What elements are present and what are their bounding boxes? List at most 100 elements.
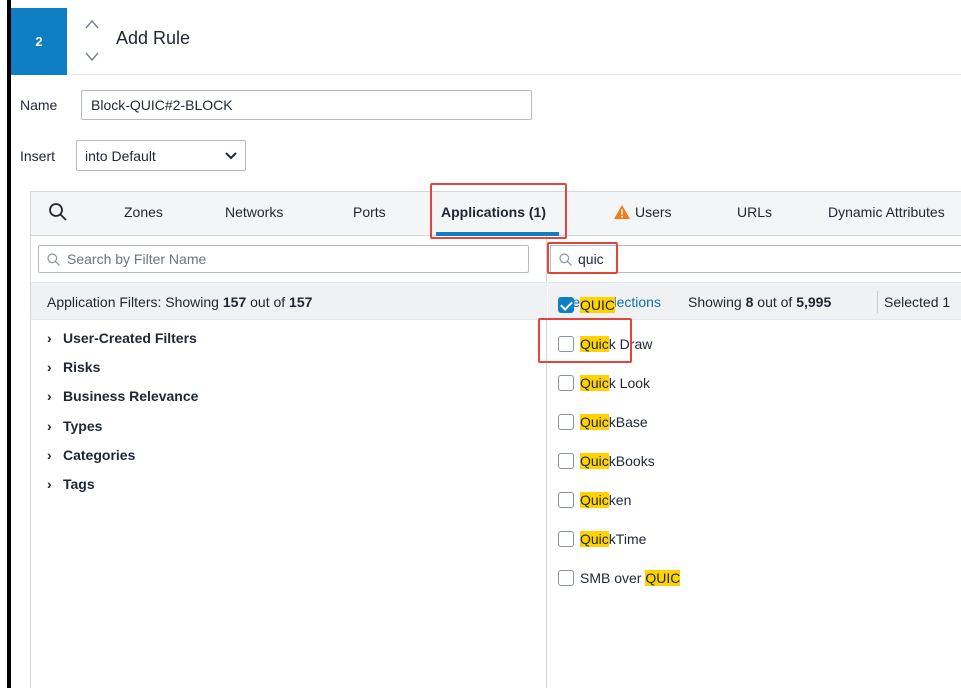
search-match-highlight: Quic — [580, 492, 609, 508]
application-checkbox[interactable] — [558, 453, 574, 469]
search-match-highlight: QUIC — [645, 570, 681, 586]
application-checkbox[interactable] — [558, 336, 574, 352]
chevron-right-icon: › — [47, 359, 52, 375]
search-match-highlight: Quic — [580, 336, 609, 352]
filter-group-categories[interactable]: › Categories — [47, 447, 135, 463]
filter-search-placeholder: Search by Filter Name — [67, 251, 207, 267]
warning-icon — [614, 205, 630, 219]
application-label-suffix: kBase — [608, 414, 648, 430]
chevron-right-icon: › — [47, 447, 52, 463]
showing-mid: out of — [753, 294, 797, 310]
rule-header: 2 Add Rule — [11, 8, 961, 75]
application-checkbox[interactable] — [558, 492, 574, 508]
application-item[interactable]: Quick Draw — [558, 333, 652, 355]
application-item[interactable]: Quick Look — [558, 372, 650, 394]
chevron-up-icon[interactable] — [84, 18, 100, 30]
application-search-input[interactable]: quic — [550, 245, 961, 273]
filter-search-input[interactable]: Search by Filter Name — [38, 245, 529, 273]
application-label: Quicken — [580, 492, 631, 508]
chevron-right-icon: › — [47, 330, 52, 346]
application-checkbox[interactable] — [558, 375, 574, 391]
showing-total: 5,995 — [796, 294, 832, 310]
application-checkbox[interactable] — [558, 297, 574, 313]
name-field[interactable] — [81, 90, 532, 120]
filter-group-label: Risks — [63, 359, 101, 375]
application-label: QuickBooks — [580, 453, 655, 469]
tab-bar: Zones Networks Ports Applications (1) Us… — [31, 192, 961, 236]
tab-networks[interactable]: Networks — [225, 204, 283, 220]
tab-applications[interactable]: Applications (1) — [441, 204, 546, 220]
selected-count: Selected 1 — [884, 294, 951, 310]
filters-pane: Search by Filter Name Application Filter… — [31, 236, 547, 688]
tab-users-label: Users — [635, 204, 672, 220]
name-label: Name — [20, 97, 58, 113]
application-label: Quick Draw — [580, 336, 652, 352]
page-title: Add Rule — [116, 28, 191, 48]
filters-summary-prefix: Application Filters: Showing — [47, 294, 223, 310]
search-match-highlight: Quic — [580, 375, 609, 391]
filters-count: 157 — [222, 294, 247, 310]
search-match-highlight: Quic — [580, 414, 609, 430]
filter-group-label: Tags — [63, 476, 95, 492]
search-icon — [47, 252, 60, 266]
search-icon[interactable] — [48, 202, 68, 222]
application-label: QuickBase — [580, 414, 648, 430]
filter-group-tags[interactable]: › Tags — [47, 476, 95, 492]
application-label: QUIC — [580, 297, 615, 313]
left-border — [7, 0, 11, 688]
filter-group-business-relevance[interactable]: › Business Relevance — [47, 388, 198, 404]
filters-summary: Application Filters: Showing 157 out of … — [31, 282, 547, 320]
application-label-suffix: ken — [608, 492, 632, 508]
tab-ports[interactable]: Ports — [353, 204, 386, 220]
application-item[interactable]: QuickBase — [558, 411, 648, 433]
application-label-suffix: k Draw — [608, 336, 653, 352]
filters-summary-mid: out of — [246, 294, 290, 310]
search-icon — [559, 252, 572, 266]
search-match-highlight: QUIC — [580, 297, 615, 313]
step-badge: 2 — [11, 8, 67, 75]
application-label: QuickTime — [580, 531, 646, 547]
filter-group-label: Business Relevance — [63, 388, 199, 404]
application-label-suffix: kBooks — [608, 453, 655, 469]
insert-select-value: into Default — [85, 147, 156, 164]
divider — [877, 291, 878, 313]
tab-urls[interactable]: URLs — [737, 204, 772, 220]
rule-editor-panel: Zones Networks Ports Applications (1) Us… — [30, 191, 961, 688]
applications-pane: quic Clear Selections Showing 8 out of 5… — [548, 236, 961, 688]
application-item[interactable]: QUIC — [558, 294, 615, 316]
chevron-right-icon: › — [47, 388, 52, 404]
filter-group-label: Categories — [63, 447, 136, 463]
chevron-right-icon: › — [47, 418, 52, 434]
application-label: SMB over QUIC — [580, 570, 681, 586]
application-label-suffix: kTime — [608, 531, 647, 547]
application-checkbox[interactable] — [558, 570, 574, 586]
application-search-value: quic — [578, 251, 604, 267]
tab-dynamic-attributes[interactable]: Dynamic Attributes — [828, 204, 945, 220]
application-item[interactable]: QuickBooks — [558, 450, 655, 472]
chevron-right-icon: › — [47, 476, 52, 492]
application-label-suffix: k Look — [608, 375, 651, 391]
search-match-highlight: Quic — [580, 453, 609, 469]
chevron-down-icon[interactable] — [84, 51, 100, 63]
filter-group-label: Types — [63, 418, 103, 434]
chevron-down-icon — [225, 151, 237, 159]
application-item[interactable]: SMB over QUIC — [558, 567, 681, 589]
filter-group-types[interactable]: › Types — [47, 418, 102, 434]
filter-group-risks[interactable]: › Risks — [47, 359, 100, 375]
filter-group-user-created[interactable]: › User-Created Filters — [47, 330, 197, 346]
application-item[interactable]: Quicken — [558, 489, 631, 511]
tab-users[interactable]: Users — [614, 204, 672, 220]
filter-group-label: User-Created Filters — [63, 330, 197, 346]
insert-select[interactable]: into Default — [76, 140, 246, 171]
application-checkbox[interactable] — [558, 531, 574, 547]
tab-zones[interactable]: Zones — [124, 204, 163, 220]
insert-label: Insert — [20, 148, 56, 164]
application-label-prefix: SMB over — [580, 570, 646, 586]
application-label: Quick Look — [580, 375, 650, 391]
showing-prefix: Showing — [688, 294, 746, 310]
application-item[interactable]: QuickTime — [558, 528, 646, 550]
filters-total: 157 — [289, 294, 313, 310]
showing-count: Showing 8 out of 5,995 — [688, 294, 831, 310]
search-match-highlight: Quic — [580, 531, 609, 547]
application-checkbox[interactable] — [558, 414, 574, 430]
